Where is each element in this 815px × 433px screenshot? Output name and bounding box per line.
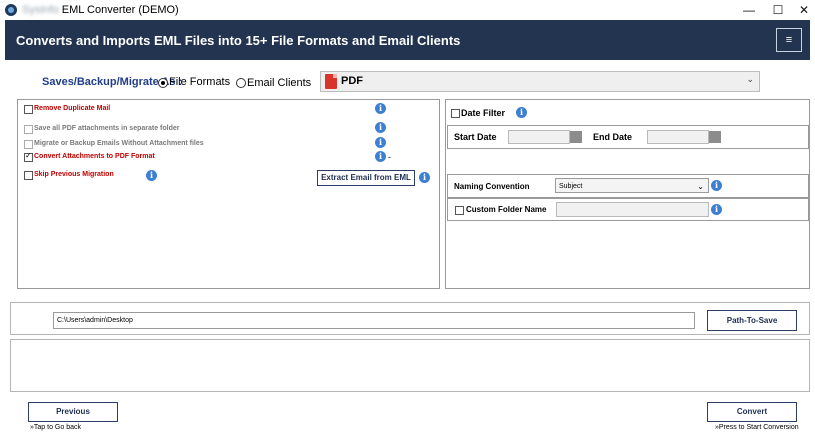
date-range-box: Start Date End Date bbox=[447, 125, 809, 149]
chevron-down-icon: ⌄ bbox=[697, 182, 704, 191]
calendar-icon[interactable] bbox=[570, 131, 582, 143]
custom-folder-input[interactable] bbox=[556, 202, 709, 217]
naming-convention-select[interactable]: Subject ⌄ bbox=[555, 178, 709, 193]
end-date-label: End Date bbox=[593, 132, 633, 142]
skip-previous-checkbox[interactable] bbox=[24, 171, 33, 180]
start-date-input[interactable] bbox=[508, 130, 570, 144]
email-clients-label[interactable]: Email Clients bbox=[247, 77, 311, 89]
info-icon[interactable]: i bbox=[146, 170, 157, 181]
calendar-icon[interactable] bbox=[709, 131, 721, 143]
info-icon[interactable]: i bbox=[375, 137, 386, 148]
log-area bbox=[10, 339, 810, 392]
info-icon[interactable]: i bbox=[711, 204, 722, 215]
without-attachment-checkbox bbox=[24, 140, 33, 149]
save-pdf-attachments-label: Save all PDF attachments in separate fol… bbox=[34, 125, 180, 132]
path-to-save-button[interactable]: Path-To-Save bbox=[707, 310, 797, 331]
date-filter-label[interactable]: Date Filter bbox=[461, 108, 505, 118]
naming-convention-box: Naming Convention Subject ⌄ i bbox=[447, 174, 809, 198]
naming-convention-label: Naming Convention bbox=[454, 182, 530, 191]
pdf-file-icon bbox=[325, 74, 337, 89]
info-icon[interactable]: i bbox=[516, 107, 527, 118]
email-clients-radio[interactable] bbox=[236, 78, 246, 88]
header-title: Converts and Imports EML Files into 15+ … bbox=[16, 33, 461, 48]
info-icon[interactable]: i bbox=[419, 172, 430, 183]
title-bar: SysInfo EML Converter (DEMO) — ☐ ✕ bbox=[0, 0, 815, 20]
window-title-prefix: SysInfo bbox=[22, 4, 59, 16]
file-formats-radio[interactable] bbox=[158, 78, 168, 88]
app-logo-icon bbox=[5, 4, 17, 16]
extract-email-button[interactable]: Extract Email from EML bbox=[317, 170, 415, 186]
info-icon[interactable]: i bbox=[375, 151, 386, 162]
close-icon[interactable]: ✕ bbox=[788, 0, 815, 20]
start-date-label: Start Date bbox=[454, 132, 497, 142]
window-title-text: EML Converter (DEMO) bbox=[61, 4, 179, 16]
custom-folder-checkbox[interactable] bbox=[455, 206, 464, 215]
settings-panel: Date Filter i Start Date End Date Naming… bbox=[445, 99, 810, 289]
format-dropdown[interactable]: PDF ⌄ bbox=[320, 71, 760, 92]
info-icon[interactable]: i bbox=[375, 122, 386, 133]
date-filter-checkbox[interactable] bbox=[451, 109, 460, 118]
previous-button[interactable]: Previous bbox=[28, 402, 118, 422]
menu-button[interactable]: ≡ bbox=[776, 28, 802, 52]
remove-duplicate-checkbox[interactable] bbox=[24, 105, 33, 114]
info-icon[interactable]: i bbox=[375, 103, 386, 114]
custom-folder-box: Custom Folder Name i bbox=[447, 198, 809, 221]
convert-attachments-checkbox[interactable] bbox=[24, 151, 33, 162]
save-pdf-attachments-checkbox bbox=[24, 125, 33, 134]
path-bar: C:\Users\admin\Desktop Path-To-Save bbox=[10, 302, 810, 335]
end-date-input[interactable] bbox=[647, 130, 709, 144]
dash-mark: - bbox=[388, 152, 391, 162]
header-banner: Converts and Imports EML Files into 15+ … bbox=[5, 20, 810, 60]
naming-convention-value: Subject bbox=[559, 183, 583, 190]
remove-duplicate-label[interactable]: Remove Duplicate Mail bbox=[34, 105, 110, 112]
file-formats-label[interactable]: File Formats bbox=[169, 76, 230, 88]
format-value: PDF bbox=[341, 75, 363, 87]
convert-attachments-label[interactable]: Convert Attachments to PDF Format bbox=[34, 153, 155, 160]
without-attachment-label: Migrate or Backup Emails Without Attachm… bbox=[34, 140, 204, 147]
window-title: SysInfo EML Converter (DEMO) bbox=[22, 4, 179, 16]
path-input[interactable]: C:\Users\admin\Desktop bbox=[53, 312, 695, 329]
previous-hint: »Tap to Go back bbox=[30, 424, 81, 431]
minimize-icon[interactable]: — bbox=[733, 0, 765, 20]
skip-previous-label[interactable]: Skip Previous Migration bbox=[34, 171, 114, 178]
info-icon[interactable]: i bbox=[711, 180, 722, 191]
convert-hint: »Press to Start Conversion bbox=[715, 424, 799, 431]
custom-folder-label[interactable]: Custom Folder Name bbox=[466, 205, 546, 214]
chevron-down-icon: ⌄ bbox=[746, 74, 754, 84]
convert-button[interactable]: Convert bbox=[707, 402, 797, 422]
options-panel: Remove Duplicate Mail i Save all PDF att… bbox=[17, 99, 440, 289]
